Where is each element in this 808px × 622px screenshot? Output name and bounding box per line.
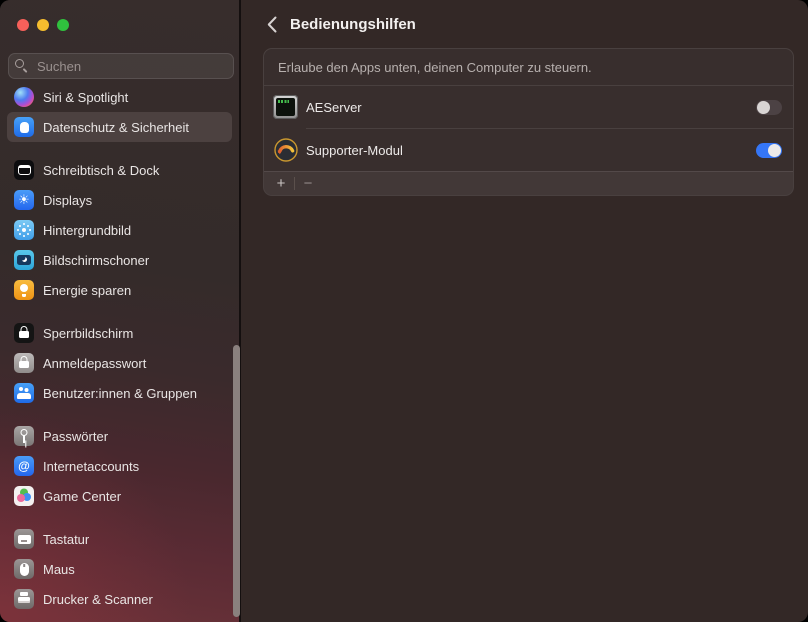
sidebar: Siri & Spotlight Datenschutz & Sicherhei… [0, 0, 241, 622]
siri-icon [14, 87, 34, 107]
screensaver-icon [14, 250, 34, 270]
sidebar-scrollbar[interactable] [233, 345, 240, 617]
sidebar-item-desktop-dock[interactable]: Schreibtisch & Dock [7, 155, 232, 185]
sidebar-item-users-groups[interactable]: Benutzer:innen & Gruppen [7, 378, 232, 408]
desktop-dock-icon [14, 160, 34, 180]
footer-divider [294, 177, 295, 190]
rotate-arrow-app-icon [273, 138, 298, 162]
page-header: Bedienungshilfen [243, 0, 808, 48]
main-panel: Bedienungshilfen Erlaube den Apps unten,… [243, 0, 808, 622]
accessibility-apps-card: Erlaube den Apps unten, deinen Computer … [263, 48, 794, 196]
aeserver-toggle[interactable] [756, 100, 782, 115]
window-controls [17, 19, 69, 31]
sidebar-item-label: Maus [43, 562, 75, 577]
sidebar-item-login-password[interactable]: Anmeldepasswort [7, 348, 232, 378]
sidebar-item-keyboard[interactable]: Tastatur [7, 524, 232, 554]
wallpaper-icon [14, 220, 34, 240]
at-sign-icon [14, 456, 34, 476]
sidebar-item-label: Bildschirmschoner [43, 253, 149, 268]
system-settings-window: Siri & Spotlight Datenschutz & Sicherhei… [0, 0, 808, 622]
keyboard-icon [14, 529, 34, 549]
sidebar-item-label: Passwörter [43, 429, 108, 444]
supporter-modul-toggle[interactable] [756, 143, 782, 158]
add-app-button[interactable]: + [270, 173, 292, 195]
game-center-icon [14, 486, 34, 506]
key-icon [14, 426, 34, 446]
minimize-window-button[interactable] [37, 19, 49, 31]
sidebar-item-energy-saver[interactable]: Energie sparen [7, 275, 232, 305]
chevron-left-icon [267, 16, 277, 33]
search-input[interactable] [8, 53, 234, 79]
back-button[interactable] [261, 13, 283, 35]
sidebar-item-label: Siri & Spotlight [43, 90, 128, 105]
sidebar-item-label: Hintergrundbild [43, 223, 131, 238]
sidebar-item-label: Drucker & Scanner [43, 592, 153, 607]
sidebar-item-screensaver[interactable]: Bildschirmschoner [7, 245, 232, 275]
sidebar-item-siri-spotlight[interactable]: Siri & Spotlight [7, 84, 232, 112]
lock-screen-icon [14, 323, 34, 343]
login-password-lock-icon [14, 353, 34, 373]
privacy-hand-icon [14, 117, 34, 137]
sidebar-item-label: Schreibtisch & Dock [43, 163, 159, 178]
energy-bulb-icon [14, 280, 34, 300]
sidebar-item-label: Benutzer:innen & Gruppen [43, 386, 197, 401]
sidebar-item-label: Datenschutz & Sicherheit [43, 120, 189, 135]
sidebar-item-label: Tastatur [43, 532, 89, 547]
sidebar-item-label: Sperrbildschirm [43, 326, 133, 341]
mouse-icon [14, 559, 34, 579]
sidebar-item-lock-screen[interactable]: Sperrbildschirm [7, 318, 232, 348]
sidebar-item-mouse[interactable]: Maus [7, 554, 232, 584]
sidebar-item-printers-scanners[interactable]: Drucker & Scanner [7, 584, 232, 614]
close-window-button[interactable] [17, 19, 29, 31]
sidebar-list: Siri & Spotlight Datenschutz & Sicherhei… [0, 84, 239, 622]
displays-sun-icon [14, 190, 34, 210]
app-name: Supporter-Modul [306, 143, 756, 158]
app-name: AEServer [306, 100, 756, 115]
app-row-supporter-modul: Supporter-Modul [264, 129, 793, 171]
terminal-app-icon [273, 95, 298, 119]
app-list-footer: + − [264, 171, 793, 195]
users-icon [14, 383, 34, 403]
page-title: Bedienungshilfen [290, 16, 416, 33]
sidebar-item-label: Energie sparen [43, 283, 131, 298]
sidebar-item-label: Game Center [43, 489, 121, 504]
card-description-row: Erlaube den Apps unten, deinen Computer … [264, 49, 793, 85]
sidebar-item-label: Anmeldepasswort [43, 356, 146, 371]
sidebar-item-passwords[interactable]: Passwörter [7, 421, 232, 451]
zoom-window-button[interactable] [57, 19, 69, 31]
sidebar-item-privacy-security[interactable]: Datenschutz & Sicherheit [7, 112, 232, 142]
sidebar-item-game-center[interactable]: Game Center [7, 481, 232, 511]
sidebar-item-label: Internetaccounts [43, 459, 139, 474]
card-description: Erlaube den Apps unten, deinen Computer … [278, 60, 592, 75]
sidebar-item-label: Displays [43, 193, 92, 208]
app-row-aeserver: AEServer [264, 86, 793, 128]
sidebar-item-wallpaper[interactable]: Hintergrundbild [7, 215, 232, 245]
printer-icon [14, 589, 34, 609]
sidebar-item-internet-accounts[interactable]: Internetaccounts [7, 451, 232, 481]
remove-app-button[interactable]: − [297, 173, 319, 195]
sidebar-item-displays[interactable]: Displays [7, 185, 232, 215]
